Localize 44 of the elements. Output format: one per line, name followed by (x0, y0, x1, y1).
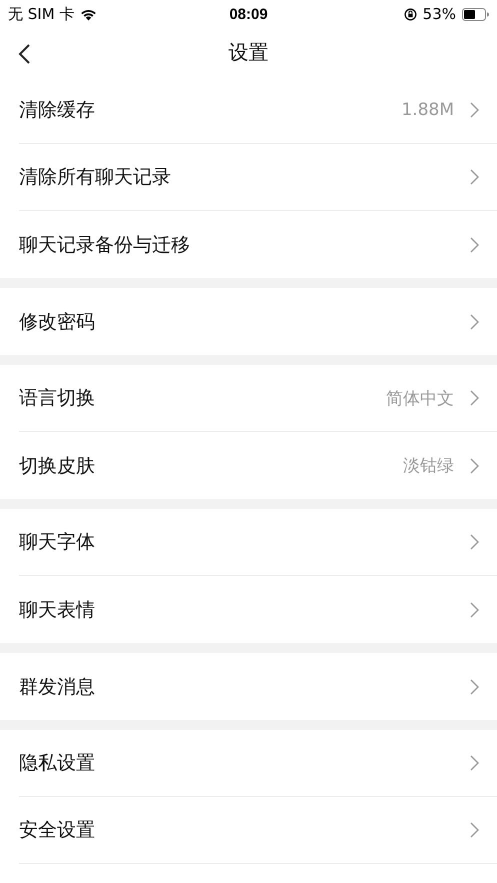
settings-row[interactable]: 清除缓存 1.88M (19, 77, 497, 144)
row-label: 修改密码 (19, 310, 96, 334)
row-label: 聊天表情 (19, 598, 96, 622)
row-label: 清除缓存 (19, 98, 96, 123)
chevron-icon (470, 822, 479, 838)
chevron-icon (470, 169, 479, 185)
settings-row[interactable]: 隐私设置 (19, 730, 497, 797)
chevron-icon (470, 678, 479, 694)
back-icon (18, 43, 31, 65)
clock-time: 08:09 (229, 6, 268, 22)
settings-row[interactable]: 切换皮肤 淡钴绿 (19, 432, 497, 499)
rotation-lock-icon (404, 8, 417, 20)
row-value: 1.88M (401, 100, 454, 120)
page-title: 设置 (228, 39, 268, 66)
row-label: 聊天记录备份与迁移 (19, 232, 191, 258)
settings-row[interactable]: 聊天表情 (19, 576, 497, 643)
settings-row[interactable]: 聊天字体 (19, 509, 497, 576)
row-label: 清除所有聊天记录 (19, 165, 172, 190)
settings-row[interactable]: 群发消息 (19, 653, 497, 720)
wifi-icon (80, 8, 98, 20)
row-label: 安全设置 (19, 818, 96, 843)
chevron-icon (470, 458, 479, 474)
battery-percent: 53% (422, 5, 456, 23)
row-label: 切换皮肤 (19, 454, 96, 478)
row-label: 聊天字体 (19, 530, 96, 555)
chevron-icon (470, 755, 479, 771)
chevron-icon (470, 236, 479, 252)
battery-icon (462, 8, 489, 20)
carrier-text: 无 SIM 卡 (8, 4, 74, 24)
settings-row[interactable]: 清除所有聊天记录 (19, 144, 497, 211)
row-label: 语言切换 (19, 386, 96, 411)
settings-row[interactable]: 修改密码 (19, 288, 497, 355)
settings-row[interactable]: 语言切换 简体中文 (19, 365, 497, 432)
chevron-icon (470, 602, 479, 618)
chevron-icon (470, 390, 479, 406)
settings-row[interactable]: 安全设置 (19, 797, 497, 864)
row-value: 淡钴绿 (403, 455, 454, 477)
chevron-icon (470, 102, 479, 118)
row-label: 群发消息 (19, 674, 96, 700)
settings-row[interactable]: 聊天记录备份与迁移 (19, 211, 497, 278)
chevron-icon (470, 314, 479, 330)
chevron-icon (470, 534, 479, 550)
row-value: 简体中文 (386, 388, 454, 410)
row-label: 隐私设置 (19, 751, 96, 776)
